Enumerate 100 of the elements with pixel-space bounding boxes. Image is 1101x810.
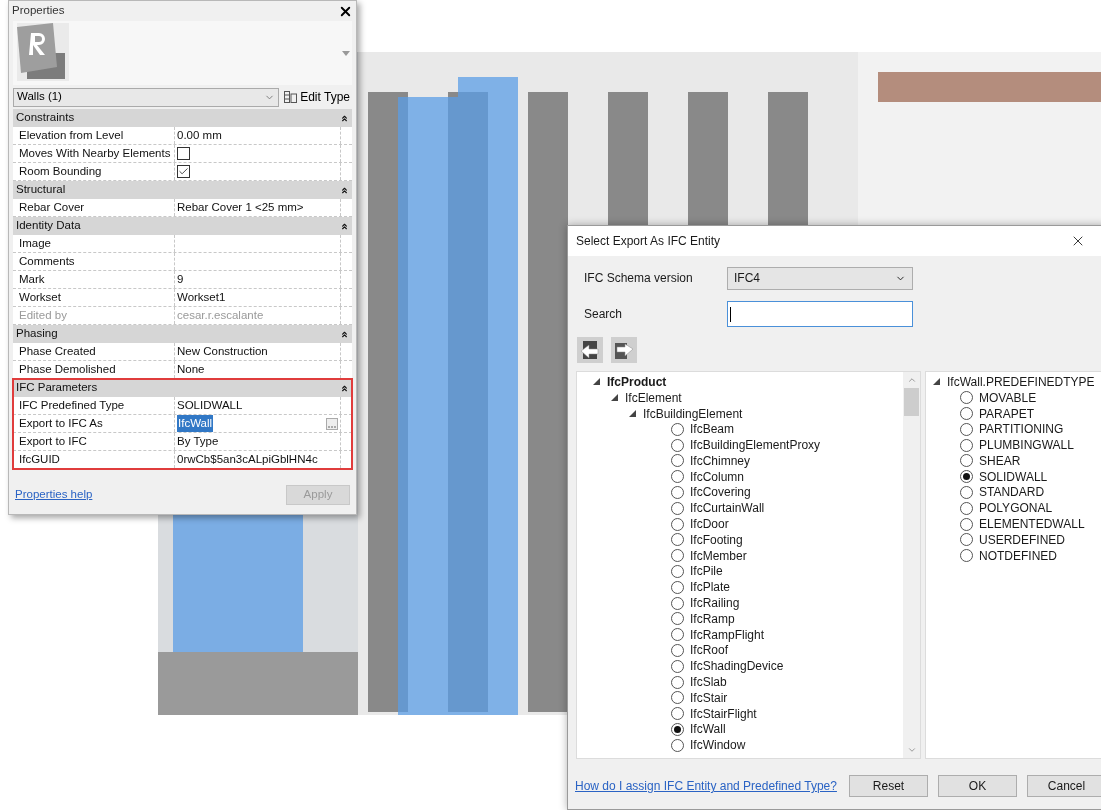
radio-button[interactable] (960, 533, 973, 547)
entity-option[interactable]: IfcPile (690, 562, 723, 581)
dialog-button[interactable]: Reset (849, 775, 928, 797)
schema-select[interactable]: IFC4 (727, 266, 913, 290)
radio-button[interactable] (671, 564, 684, 578)
radio-button[interactable] (960, 517, 973, 531)
property-label: Edited by (19, 307, 67, 323)
dropdown-arrow-icon[interactable] (342, 51, 350, 56)
search-field[interactable] (727, 301, 913, 327)
radio-button[interactable] (671, 738, 684, 752)
checkbox[interactable] (177, 165, 190, 178)
radio-button[interactable] (671, 454, 684, 468)
radio-button[interactable] (671, 612, 684, 626)
property-value[interactable]: IfcWall (177, 414, 214, 433)
entity-option[interactable]: IfcStairFlight (690, 704, 757, 723)
expand-triangle-icon[interactable] (611, 394, 618, 402)
radio-button[interactable] (671, 470, 684, 484)
help-link[interactable]: How do I assign IFC Entity and Predefined Type? (575, 777, 849, 795)
radio-button[interactable] (960, 422, 973, 436)
radio-button[interactable] (960, 485, 973, 499)
entity-option[interactable]: IfcRampFlight (690, 625, 765, 644)
property-label: Export to IFC As (19, 415, 103, 431)
group-header[interactable]: IFC Parameters (13, 379, 352, 397)
radio-button[interactable] (671, 549, 684, 563)
radio-button[interactable] (960, 454, 973, 468)
property-label: Phase Demolished (19, 361, 116, 377)
radio-button[interactable] (671, 643, 684, 657)
collapse-chevron-icon[interactable] (340, 221, 349, 231)
radio-button[interactable] (960, 391, 973, 405)
dialog-button[interactable]: OK (938, 775, 1017, 797)
radio-button[interactable] (671, 628, 684, 642)
group-header[interactable]: Constraints (13, 109, 352, 127)
property-value[interactable]: By Type (177, 432, 219, 451)
radio-button[interactable] (671, 707, 684, 721)
tree-node[interactable]: IfcProduct (607, 372, 667, 391)
entity-option[interactable]: IfcWindow (690, 736, 746, 755)
group-header[interactable]: Structural (13, 181, 352, 199)
tree-node[interactable]: IfcElement (625, 388, 682, 407)
type-option[interactable]: STANDARD (979, 483, 1045, 502)
radio-button[interactable] (671, 675, 684, 689)
radio-button[interactable] (960, 470, 973, 484)
property-label: Phase Created (19, 343, 96, 359)
help-link[interactable]: Properties help (15, 486, 93, 504)
type-option[interactable]: NOTDEFINED (979, 546, 1057, 565)
expand-triangle-icon[interactable] (933, 378, 940, 386)
collapse-chevron-icon[interactable] (340, 113, 349, 123)
property-value[interactable]: New Construction (177, 342, 268, 361)
type-option[interactable]: PARAPET (979, 404, 1035, 423)
property-value[interactable]: 0.00 mm (177, 126, 222, 145)
radio-button[interactable] (671, 438, 684, 452)
radio-button[interactable] (671, 501, 684, 515)
type-selector[interactable]: Walls (1) (13, 87, 280, 107)
radio-button[interactable] (960, 438, 973, 452)
group-header[interactable]: Phasing (13, 325, 352, 343)
entity-option[interactable]: IfcWall (690, 720, 726, 739)
entity-option[interactable]: IfcRoof (690, 641, 728, 660)
radio-button[interactable] (671, 659, 684, 673)
radio-button[interactable] (671, 517, 684, 531)
entity-option[interactable]: IfcMember (690, 546, 747, 565)
edit-type-button[interactable]: Edit Type (282, 87, 352, 107)
radio-button[interactable] (960, 501, 973, 515)
property-value[interactable]: Rebar Cover 1 <25 mm> (177, 198, 304, 217)
entity-option[interactable]: IfcPlate (690, 578, 731, 597)
type-option[interactable]: SOLIDWALL (979, 467, 1048, 486)
entity-option[interactable]: IfcColumn (690, 467, 745, 486)
property-value[interactable]: Workset1 (177, 288, 226, 307)
edit-type-icon (284, 91, 298, 103)
radio-button[interactable] (671, 485, 684, 499)
radio-button[interactable] (671, 691, 684, 705)
property-value[interactable]: 0rwCb$5an3cALpiGblHN4c (177, 450, 318, 469)
radio-button[interactable] (671, 722, 684, 736)
property-value[interactable]: 9 (177, 270, 184, 289)
entity-option[interactable]: IfcShadingDevice (690, 657, 784, 676)
collapse-chevron-icon[interactable] (340, 185, 349, 195)
tree-node[interactable]: IfcBuildingElement (643, 404, 743, 423)
radio-button[interactable] (960, 407, 973, 420)
group-header[interactable]: Identity Data (13, 217, 352, 235)
radio-button[interactable] (671, 580, 684, 594)
field-label: Search (583, 306, 624, 323)
property-value[interactable]: None (177, 360, 205, 379)
type-option[interactable]: MOVABLE (979, 388, 1037, 407)
radio-button[interactable] (671, 533, 684, 547)
radio-button[interactable] (671, 422, 684, 436)
collapse-chevron-icon[interactable] (340, 329, 349, 339)
radio-button[interactable] (671, 596, 684, 610)
dialog-button[interactable]: Cancel (1027, 775, 1101, 797)
scroll-thumb[interactable] (904, 388, 919, 416)
radio-button[interactable] (960, 549, 973, 563)
scrollbar[interactable] (903, 372, 920, 758)
checkbox[interactable] (177, 147, 190, 160)
type-option[interactable]: PARTITIONING (979, 420, 1064, 439)
collapse-chevron-icon[interactable] (340, 383, 349, 393)
entity-option[interactable]: IfcCurtainWall (690, 499, 765, 518)
expand-triangle-icon[interactable] (629, 410, 636, 417)
tree-node[interactable]: IfcWall.PREDEFINEDTYPE (947, 372, 1095, 391)
type-option[interactable]: POLYGONAL (979, 499, 1053, 518)
entity-option[interactable]: IfcCovering (690, 483, 751, 502)
expand-triangle-icon[interactable] (593, 378, 600, 386)
entity-option[interactable]: IfcBeam (690, 420, 734, 439)
property-value[interactable]: SOLIDWALL (177, 396, 243, 415)
